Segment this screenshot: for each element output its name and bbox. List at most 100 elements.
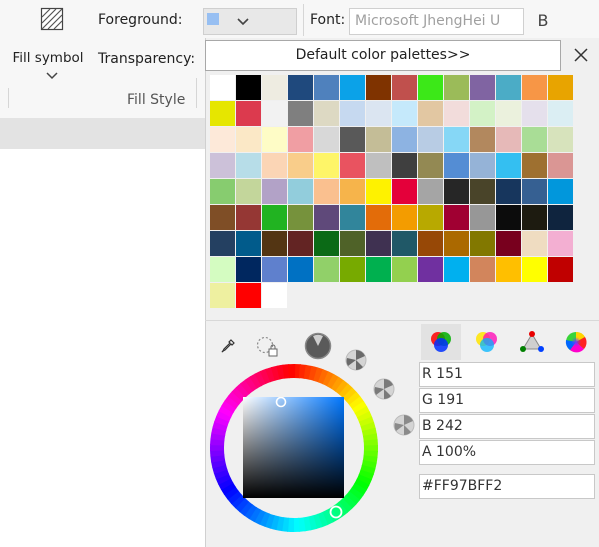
palette-swatch[interactable]	[236, 127, 261, 152]
palette-swatch[interactable]	[418, 75, 443, 100]
font-dropdown[interactable]: Microsoft JhengHei U	[349, 8, 524, 35]
palette-swatch[interactable]	[366, 231, 391, 256]
palette-swatch[interactable]	[522, 179, 547, 204]
palette-swatch[interactable]	[548, 205, 573, 230]
red-field[interactable]: R 151	[419, 362, 595, 387]
palette-swatch[interactable]	[340, 75, 365, 100]
palette-swatch[interactable]	[366, 101, 391, 126]
palette-swatch[interactable]	[314, 257, 339, 282]
palette-swatch[interactable]	[470, 101, 495, 126]
palette-swatch[interactable]	[262, 75, 287, 100]
palette-swatch[interactable]	[444, 127, 469, 152]
palette-swatch[interactable]	[470, 231, 495, 256]
palette-swatch[interactable]	[288, 179, 313, 204]
palette-swatch[interactable]	[548, 257, 573, 282]
palette-swatch[interactable]	[444, 231, 469, 256]
palette-swatch[interactable]	[522, 205, 547, 230]
foreground-color-dropdown[interactable]	[203, 8, 297, 35]
palette-swatch[interactable]	[210, 127, 235, 152]
palette-swatch[interactable]	[444, 257, 469, 282]
palette-swatch[interactable]	[262, 127, 287, 152]
tab-hsv[interactable]	[512, 324, 552, 360]
palette-swatch[interactable]	[392, 153, 417, 178]
palette-swatch[interactable]	[548, 75, 573, 100]
palette-swatch[interactable]	[496, 231, 521, 256]
palette-swatch[interactable]	[444, 75, 469, 100]
palette-swatch[interactable]	[522, 257, 547, 282]
palette-swatch[interactable]	[366, 179, 391, 204]
palette-swatch[interactable]	[340, 231, 365, 256]
palette-swatch[interactable]	[366, 127, 391, 152]
palette-swatch[interactable]	[470, 75, 495, 100]
hex-field[interactable]: #FF97BFF2	[419, 474, 595, 499]
hue-segment[interactable]	[288, 364, 296, 379]
palette-swatch[interactable]	[470, 257, 495, 282]
palette-swatch[interactable]	[470, 127, 495, 152]
palette-swatch[interactable]	[262, 101, 287, 126]
palette-swatch[interactable]	[288, 101, 313, 126]
palette-swatch[interactable]	[496, 257, 521, 282]
palette-swatch[interactable]	[444, 101, 469, 126]
palette-swatch[interactable]	[314, 179, 339, 204]
tab-cmy[interactable]	[467, 324, 507, 360]
palette-swatch[interactable]	[392, 257, 417, 282]
palette-swatch[interactable]	[340, 127, 365, 152]
palette-swatch[interactable]	[262, 231, 287, 256]
palette-swatch[interactable]	[288, 231, 313, 256]
palette-swatch[interactable]	[496, 75, 521, 100]
palette-swatch[interactable]	[548, 127, 573, 152]
palette-swatch[interactable]	[210, 205, 235, 230]
palette-swatch[interactable]	[470, 179, 495, 204]
palette-swatch[interactable]	[366, 153, 391, 178]
palette-swatch[interactable]	[236, 283, 261, 308]
bold-button[interactable]: B	[534, 11, 552, 31]
palette-swatch[interactable]	[418, 205, 443, 230]
tab-wheel[interactable]	[556, 324, 596, 360]
default-color-palettes-button[interactable]: Default color palettes>>	[205, 40, 561, 71]
palette-swatch[interactable]	[340, 101, 365, 126]
palette-swatch[interactable]	[262, 283, 287, 308]
palette-swatch[interactable]	[392, 127, 417, 152]
palette-swatch[interactable]	[210, 231, 235, 256]
palette-swatch[interactable]	[236, 231, 261, 256]
palette-swatch[interactable]	[262, 205, 287, 230]
palette-swatch[interactable]	[444, 179, 469, 204]
palette-swatch[interactable]	[340, 257, 365, 282]
palette-swatch[interactable]	[262, 257, 287, 282]
palette-swatch[interactable]	[314, 127, 339, 152]
palette-swatch[interactable]	[236, 101, 261, 126]
palette-swatch[interactable]	[496, 179, 521, 204]
palette-swatch[interactable]	[236, 257, 261, 282]
palette-swatch[interactable]	[496, 127, 521, 152]
fill-symbol-button[interactable]: Fill symbol	[6, 4, 96, 88]
palette-swatch[interactable]	[548, 179, 573, 204]
saturation-value-square[interactable]	[243, 396, 344, 498]
palette-swatch[interactable]	[314, 101, 339, 126]
palette-swatch[interactable]	[418, 101, 443, 126]
blue-field[interactable]: B 242	[419, 414, 595, 439]
palette-swatch[interactable]	[210, 101, 235, 126]
palette-swatch[interactable]	[210, 75, 235, 100]
palette-swatch[interactable]	[314, 205, 339, 230]
palette-swatch[interactable]	[288, 75, 313, 100]
palette-swatch[interactable]	[392, 179, 417, 204]
dark-tone-icon[interactable]	[304, 332, 332, 360]
palette-swatch[interactable]	[444, 153, 469, 178]
palette-swatch[interactable]	[236, 75, 261, 100]
palette-swatch[interactable]	[548, 101, 573, 126]
tab-rgb[interactable]	[421, 324, 461, 360]
palette-swatch[interactable]	[548, 231, 573, 256]
palette-swatch[interactable]	[262, 179, 287, 204]
green-field[interactable]: G 191	[419, 388, 595, 413]
palette-swatch[interactable]	[392, 231, 417, 256]
palette-swatch[interactable]	[392, 101, 417, 126]
palette-swatch[interactable]	[418, 257, 443, 282]
palette-swatch[interactable]	[262, 153, 287, 178]
palette-swatch[interactable]	[496, 205, 521, 230]
palette-swatch[interactable]	[496, 101, 521, 126]
eyedropper-icon[interactable]	[220, 338, 236, 354]
palette-swatch[interactable]	[366, 205, 391, 230]
palette-swatch[interactable]	[288, 127, 313, 152]
alpha-field[interactable]: A 100%	[419, 440, 595, 465]
palette-swatch[interactable]	[470, 205, 495, 230]
